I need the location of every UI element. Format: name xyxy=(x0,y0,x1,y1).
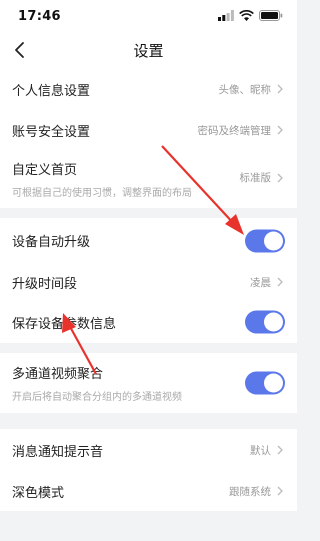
toggle-knob xyxy=(264,312,283,332)
setting-label: 设备自动升级 xyxy=(12,235,91,250)
chevron-right-icon xyxy=(277,277,283,287)
multi-channel-toggle[interactable] xyxy=(245,371,285,395)
setting-label: 保存设备参数信息 xyxy=(12,316,117,332)
setting-row-auto-upgrade: 设备自动升级 xyxy=(12,218,285,263)
battery-icon xyxy=(259,10,283,21)
setting-value: 凌晨 xyxy=(250,276,271,289)
chevron-right-icon xyxy=(277,173,283,182)
toggle-knob xyxy=(264,373,283,393)
setting-value: 头像、昵称 xyxy=(218,83,272,96)
setting-row-dark-mode[interactable]: 深色模式 跟随系统 xyxy=(12,471,285,511)
wifi-icon xyxy=(239,10,254,21)
setting-value: 密码及终端管理 xyxy=(197,124,272,137)
setting-label: 自定义首页 xyxy=(12,163,78,178)
setting-label: 账号安全设置 xyxy=(12,124,91,140)
settings-group-display: 消息通知提示音 默认 深色模式 跟随系统 xyxy=(0,429,297,511)
chevron-right-icon xyxy=(277,486,283,496)
setting-row-custom-home[interactable]: 自定义首页 可根据自己的使用习惯，调整界面的布局 标准版 xyxy=(12,150,285,208)
setting-value: 标准版 xyxy=(239,172,272,184)
setting-row-upgrade-time[interactable]: 升级时间段 凌晨 xyxy=(12,263,285,301)
chevron-right-icon xyxy=(277,84,283,94)
setting-label: 深色模式 xyxy=(12,485,65,501)
status-icons xyxy=(218,10,283,21)
settings-group-video: 多通道视频聚合 开启后将自动聚合分组内的多通道视频 xyxy=(0,353,297,413)
setting-label: 多通道视频聚合 xyxy=(12,367,104,382)
nav-bar: 设置 xyxy=(0,32,297,68)
setting-row-account-security[interactable]: 账号安全设置 密码及终端管理 xyxy=(12,110,285,150)
page-title: 设置 xyxy=(133,41,164,60)
toggle-knob xyxy=(264,231,283,250)
setting-row-save-params: 保存设备参数信息 xyxy=(12,301,285,343)
setting-label: 个人信息设置 xyxy=(12,83,91,99)
setting-row-multi-channel: 多通道视频聚合 开启后将自动聚合分组内的多通道视频 xyxy=(12,353,285,413)
setting-row-personal-info[interactable]: 个人信息设置 头像、昵称 xyxy=(12,68,285,110)
setting-subtitle: 可根据自己的使用习惯，调整界面的布局 xyxy=(12,188,192,199)
setting-value: 跟随系统 xyxy=(229,485,271,498)
setting-value: 默认 xyxy=(250,444,271,457)
chevron-right-icon xyxy=(277,445,283,455)
settings-group-account: 个人信息设置 头像、昵称 账号安全设置 密码及终端管理 自定义首页 可根据自己的… xyxy=(0,68,297,208)
setting-subtitle: 开启后将自动聚合分组内的多通道视频 xyxy=(12,392,182,403)
setting-row-notification-sound[interactable]: 消息通知提示音 默认 xyxy=(12,429,285,471)
back-arrow-icon[interactable] xyxy=(8,38,32,62)
status-bar: 17:46 xyxy=(0,0,297,32)
chevron-right-icon xyxy=(277,125,283,135)
save-params-toggle[interactable] xyxy=(245,310,285,334)
setting-label: 升级时间段 xyxy=(12,276,78,292)
setting-label: 消息通知提示音 xyxy=(12,444,104,460)
settings-group-device: 设备自动升级 升级时间段 凌晨 保存设备参数信息 xyxy=(0,218,297,343)
status-time: 17:46 xyxy=(18,8,61,24)
signal-icon xyxy=(218,10,234,21)
auto-upgrade-toggle[interactable] xyxy=(245,229,285,252)
